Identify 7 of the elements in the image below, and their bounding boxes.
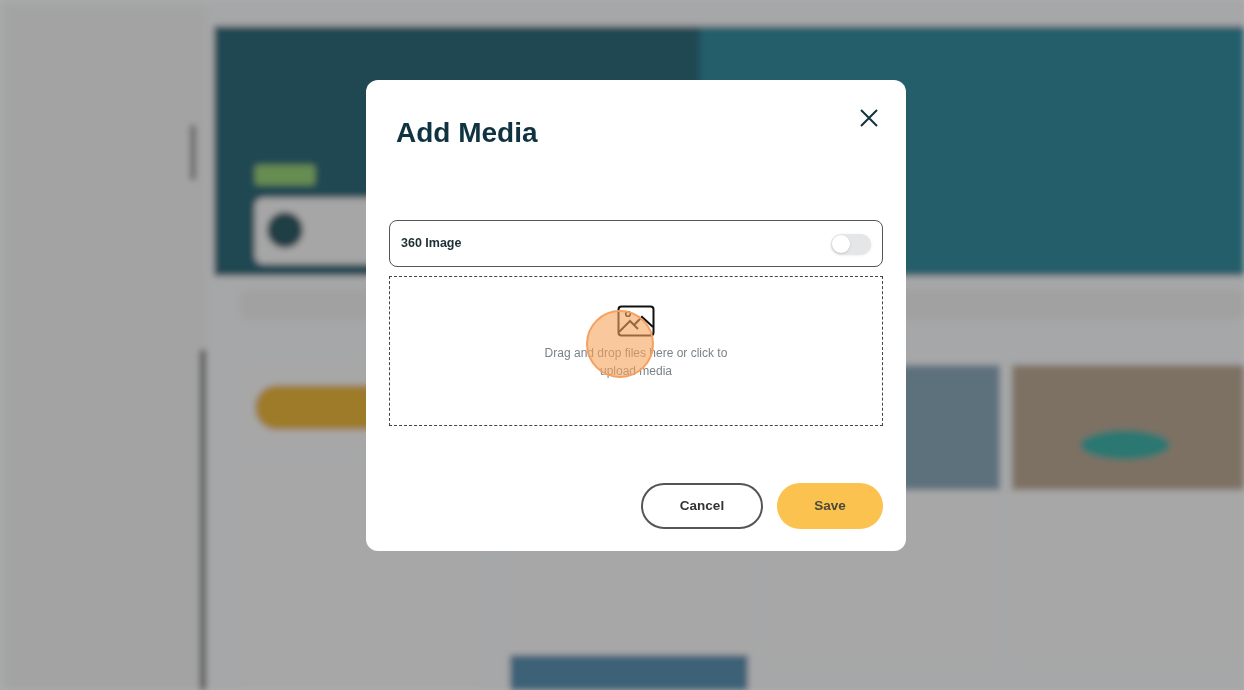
cancel-button[interactable]: Cancel xyxy=(641,483,763,529)
save-button[interactable]: Save xyxy=(777,483,883,529)
dialog-title: Add Media xyxy=(396,116,538,150)
close-icon[interactable] xyxy=(858,107,880,129)
image-icon xyxy=(617,305,655,337)
toggle-switch[interactable] xyxy=(831,233,871,254)
toggle-label: 360 Image xyxy=(401,235,462,253)
